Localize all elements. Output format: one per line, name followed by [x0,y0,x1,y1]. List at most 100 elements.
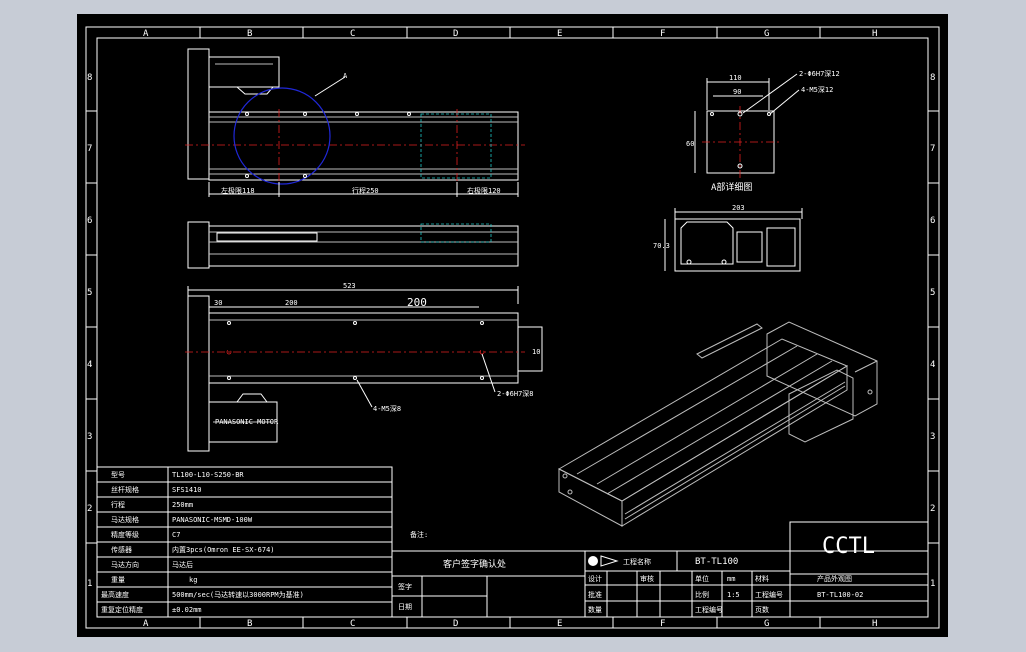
confirm-sign-label: 签字 [398,582,412,591]
row-4-right: 4 [930,360,935,370]
dim-pitch-1: 200 [285,299,298,307]
dim-pitch-2: 200 [407,296,427,309]
row-3: 3 [87,432,92,442]
row-6-right: 6 [930,216,935,226]
col-e-bottom: E [557,619,562,629]
hole-note-left: 4-M5深8 [373,404,401,413]
bottom-view[interactable]: 523 30 200 200 10 PANASONIC MOTOR 4-M5深8… [185,282,543,452]
tb-scale-value: 1:5 [727,591,740,599]
customer-confirm-box: 客户签字确认处 签字 日期 [391,550,586,618]
col-f-bottom: F [660,619,665,629]
spec-label-grade: 精度等级 [111,530,139,539]
isometric-view[interactable] [557,321,878,527]
motor-brand: PANASONIC MOTOR [215,418,279,426]
side-view[interactable] [187,221,519,269]
row-7-right: 7 [930,144,935,154]
company-logo: CCTL [822,534,875,559]
spec-value-motor: PANASONIC-MSMD-100W [172,516,253,524]
spec-value-grade: C7 [172,531,180,539]
dim-left-limit: 左极限118 [221,186,255,195]
row-5: 5 [87,288,92,298]
spec-label-motor-dir: 马达方向 [111,560,139,569]
top-view[interactable]: A 左极限118 行程250 右极限120 [185,48,525,197]
spec-label-stroke: 行程 [111,500,125,509]
col-a-bottom: A [143,619,149,629]
detail-a-circle [233,87,331,185]
hole-note-right: 2-Φ6H7深8 [497,389,534,398]
spec-value-motor-dir: 马达后 [172,560,193,569]
tb-qty-label: 数量 [588,605,602,614]
col-h: H [872,29,877,39]
row-2: 2 [87,504,92,514]
spec-value-sensor: 内置3pcs(Omron EE-SX-674) [172,545,275,554]
cad-viewport[interactable]: A B C D E F G H A B C D E F G H 8 7 6 5 … [0,0,1026,652]
spec-value-stroke: 250mm [172,501,193,509]
row-labels-right: 8 7 6 5 4 3 2 1 [930,73,935,589]
row-3-right: 3 [930,432,935,442]
spec-label-speed: 最高速度 [101,590,129,599]
col-d-bottom: D [453,619,458,629]
detail-note-2: 4-M5深12 [801,85,833,94]
detail-dim-width: 110 [729,74,742,82]
projection-symbol-icon [588,556,598,566]
col-e: E [557,29,562,39]
row-labels-left: 8 7 6 5 4 3 2 1 [87,73,92,589]
tb-design-label: 设计 [588,574,602,583]
spec-label-weight: 重量 [111,576,125,584]
spec-value-speed: 500mm/sec(马达转速以3000RPM为基准) [172,590,304,599]
tb-check-label: 审核 [640,574,654,583]
row-5-right: 5 [930,288,935,298]
spec-label-motor: 马达规格 [111,515,139,524]
spec-table: 型号 TL100-L10-S250-BR 丝杆规格 SFS1410 行程 250… [96,466,393,618]
confirm-date-label: 日期 [398,603,412,611]
tb-drawing-no-label: 工程编号 [755,590,783,599]
tb-material-label: 材料 [755,574,769,583]
end-dim-width: 203 [732,204,745,212]
tb-approve-label: 批准 [588,590,602,599]
col-b-bottom: B [247,619,252,629]
detail-a-view[interactable]: 110 90 60 2-Φ6H7深12 4-M5深12 A部详细图 [686,69,840,193]
inner-frame [96,37,929,618]
col-d: D [453,29,458,39]
tb-product-name: 产品外观图 [817,574,852,583]
spec-value-repeat: ±0.02mm [172,606,202,614]
spec-label-screw: 丝杆规格 [111,485,139,494]
tb-scale-label: 比例 [695,590,709,599]
dim-stroke: 行程250 [352,186,379,195]
col-c-bottom: C [350,619,355,629]
dim-total-length: 523 [343,282,356,290]
dim-side: 10 [532,348,540,356]
col-g-bottom: G [764,619,769,629]
spec-value-model: TL100-L10-S250-BR [172,471,244,479]
detail-dim-height: 60 [686,140,694,148]
row-4: 4 [87,360,92,370]
confirm-title: 客户签字确认处 [443,558,506,570]
row-1: 1 [87,579,92,589]
row-8: 8 [87,73,92,83]
row-8-right: 8 [930,73,935,83]
tb-unit-value: mm [727,575,735,583]
detail-caption: A部详细图 [711,181,752,193]
row-2-right: 2 [930,504,935,514]
dim-right-limit: 右极限120 [467,186,501,195]
col-h-bottom: H [872,619,877,629]
tb-unit-label: 单位 [695,574,709,583]
spec-label-repeat: 重复定位精度 [101,605,143,614]
col-g: G [764,29,769,39]
tb-date-label: 工程编号 [695,605,723,614]
tb-sheet-label: 页数 [755,605,769,614]
title-block: 工程名称 BT-TL100 CCTL 设计 审核 批准 单位 mm 材料 比例 … [584,521,929,618]
drawing-canvas[interactable]: A B C D E F G H A B C D E F G H 8 7 6 5 … [77,14,948,637]
col-b: B [247,29,252,39]
end-dim-height: 70.3 [653,242,670,250]
detail-note-1: 2-Φ6H7深12 [799,69,840,78]
row-7: 7 [87,144,92,154]
col-a: A [143,29,149,39]
detail-a-label: A [343,72,348,80]
end-view[interactable]: 203 70.3 [653,204,803,272]
spec-value-screw: SFS1410 [172,486,202,494]
spec-label-model: 型号 [111,470,125,479]
col-f: F [660,29,665,39]
drawing-sheet: A B C D E F G H A B C D E F G H 8 7 6 5 … [77,14,948,637]
dim-offset: 30 [214,299,222,307]
